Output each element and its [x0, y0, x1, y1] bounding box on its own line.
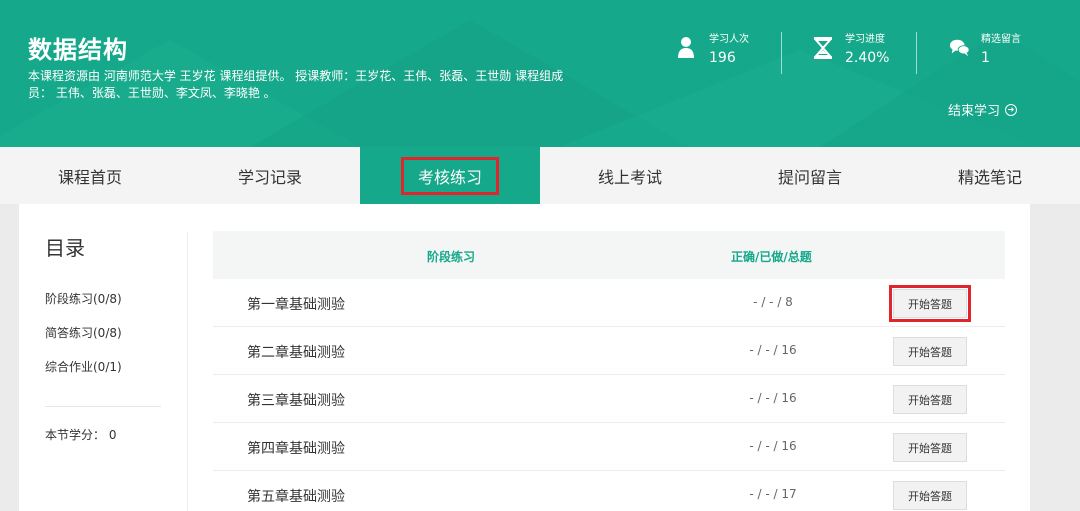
table-row: 第五章基础测验 - / - / 17 开始答题: [213, 471, 1005, 511]
tab-assessment-practice[interactable]: 考核练习: [360, 147, 540, 204]
start-answer-button[interactable]: 开始答题: [893, 481, 967, 510]
stat-label: 学习进度: [845, 34, 885, 45]
quiz-score: - / - / 8: [753, 295, 793, 309]
course-tabs: 课程首页 学习记录 考核练习 线上考试 提问留言 精选笔记: [0, 147, 1080, 204]
quiz-score: - / - / 16: [749, 439, 797, 453]
tab-questions-messages[interactable]: 提问留言: [720, 147, 900, 204]
stat-divider: [781, 32, 782, 74]
person-icon: [678, 37, 694, 58]
table-header: 阶段练习 正确/已做/总题: [213, 231, 1005, 279]
sidebar-title: 目录: [45, 236, 85, 260]
end-study-button[interactable]: 结束学习 ➜: [948, 100, 1018, 119]
quiz-name: 第三章基础测验: [247, 393, 345, 409]
content-panel: 目录 阶段练习(0/8) 简答练习(0/8) 综合作业(0/1) 本节学分： 0…: [19, 204, 1030, 511]
stat-label: 学习人次: [709, 34, 749, 45]
chat-bubbles-icon: [949, 39, 970, 57]
column-header-score: 正确/已做/总题: [731, 250, 812, 264]
sidebar-divider: [45, 406, 161, 407]
start-answer-button[interactable]: 开始答题: [893, 385, 967, 414]
quiz-name: 第四章基础测验: [247, 441, 345, 457]
table-row: 第四章基础测验 - / - / 16 开始答题: [213, 423, 1005, 471]
tab-study-record[interactable]: 学习记录: [180, 147, 360, 204]
start-answer-button[interactable]: 开始答题: [889, 285, 971, 322]
table-row: 第二章基础测验 - / - / 16 开始答题: [213, 327, 1005, 375]
sidebar-divider-vertical: [187, 232, 188, 511]
sidebar-item-stage-practice[interactable]: 阶段练习(0/8): [45, 290, 122, 307]
stat-value: 1: [981, 50, 990, 66]
hourglass-icon: [813, 37, 833, 59]
table-row: 第一章基础测验 - / - / 8 开始答题: [213, 279, 1005, 327]
tab-online-exam[interactable]: 线上考试: [540, 147, 720, 204]
stat-value: 196: [709, 50, 736, 66]
quiz-score: - / - / 16: [749, 343, 797, 357]
quiz-score: - / - / 17: [749, 487, 797, 501]
start-answer-button[interactable]: 开始答题: [893, 337, 967, 366]
section-credit: 本节学分： 0: [45, 428, 117, 442]
stat-value: 2.40%: [845, 50, 890, 66]
course-description: 本课程资源由 河南师范大学 王岁花 课程组提供。 授课教师：王岁花、王伟、张磊、…: [28, 69, 564, 100]
sidebar-item-comprehensive-homework[interactable]: 综合作业(0/1): [45, 358, 122, 375]
stat-label: 精选留言: [981, 34, 1021, 45]
course-title: 数据结构: [28, 36, 128, 64]
quiz-name: 第一章基础测验: [247, 297, 345, 313]
quiz-name: 第五章基础测验: [247, 489, 345, 505]
quiz-name: 第二章基础测验: [247, 345, 345, 361]
sidebar-item-short-answer[interactable]: 简答练习(0/8): [45, 324, 122, 341]
quiz-score: - / - / 16: [749, 391, 797, 405]
stat-divider: [916, 32, 917, 74]
tab-course-home[interactable]: 课程首页: [0, 147, 180, 204]
start-answer-button[interactable]: 开始答题: [893, 433, 967, 462]
table-row: 第三章基础测验 - / - / 16 开始答题: [213, 375, 1005, 423]
tab-featured-notes[interactable]: 精选笔记: [900, 147, 1080, 204]
end-study-label: 结束学习: [948, 104, 1001, 119]
column-header-stage: 阶段练习: [427, 250, 476, 264]
arrow-right-circle-icon: ➜: [1005, 103, 1018, 116]
course-header: 数据结构 本课程资源由 河南师范大学 王岁花 课程组提供。 授课教师：王岁花、王…: [0, 0, 1080, 147]
